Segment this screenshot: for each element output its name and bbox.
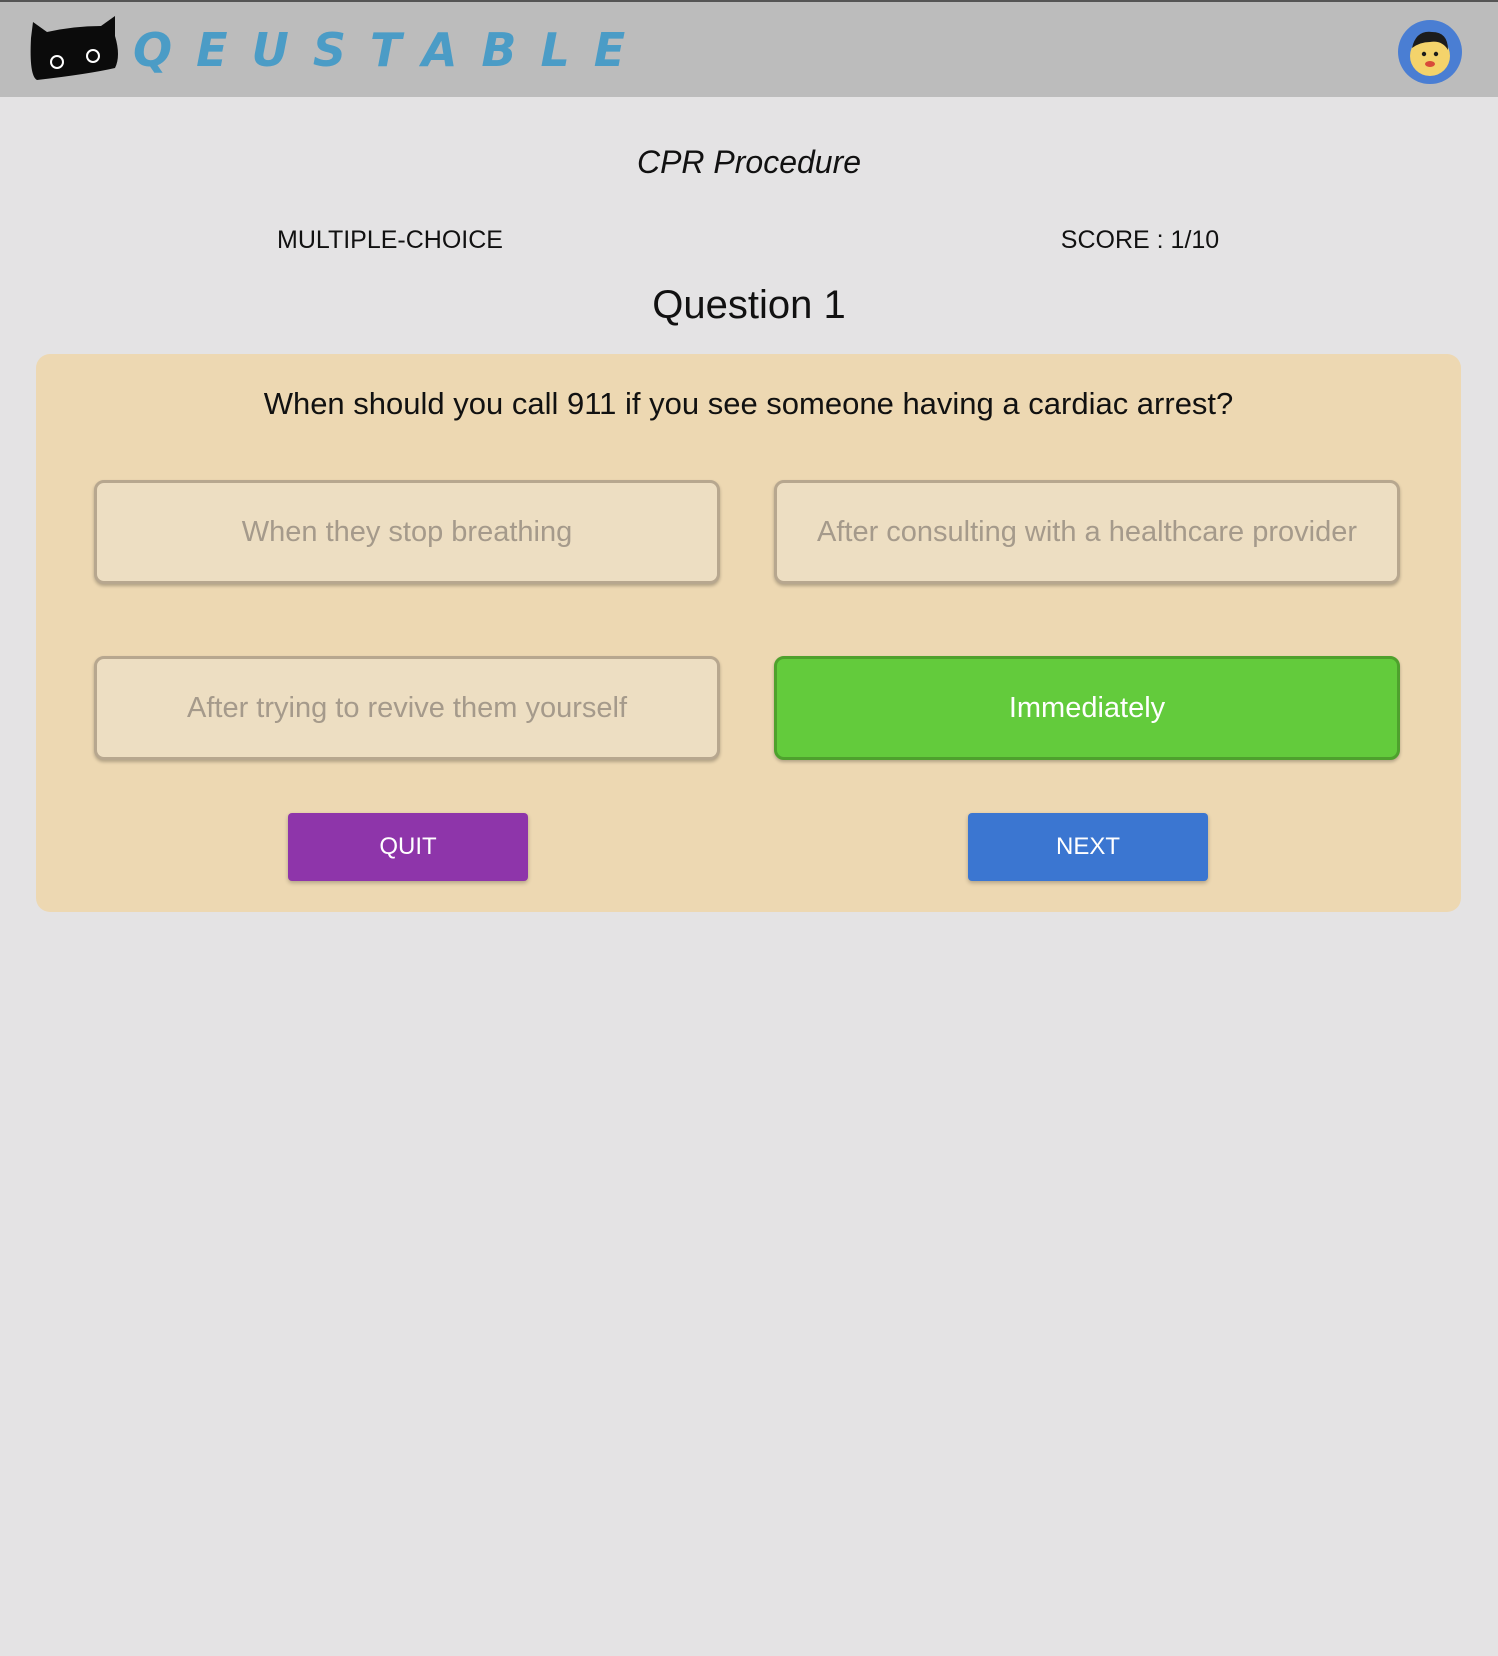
question-card: When should you call 911 if you see some… [36,354,1461,912]
avatar-face-icon [1410,31,1450,76]
answer-option-3[interactable]: After trying to revive them yourself [94,656,720,760]
quit-button[interactable]: QUIT [288,813,528,881]
user-avatar-icon[interactable] [1398,20,1462,84]
answer-option-1[interactable]: When they stop breathing [94,480,720,584]
score-label: SCORE : 1/10 [1060,226,1220,254]
quiz-title: CPR Procedure [636,144,862,180]
top-header: QEUSTABLE [0,0,1498,97]
answer-option-4-correct[interactable]: Immediately [774,656,1400,760]
question-number-heading: Question 1 [652,283,846,327]
answer-option-2[interactable]: After consulting with a healthcare provi… [774,480,1400,584]
question-text: When should you call 911 if you see some… [263,386,1234,421]
quiz-type-label: MULTIPLE-CHOICE [277,226,503,254]
brand-logo-text[interactable]: QEUSTABLE [133,20,649,80]
black-cat-icon [30,16,119,80]
next-button[interactable]: NEXT [968,813,1208,881]
